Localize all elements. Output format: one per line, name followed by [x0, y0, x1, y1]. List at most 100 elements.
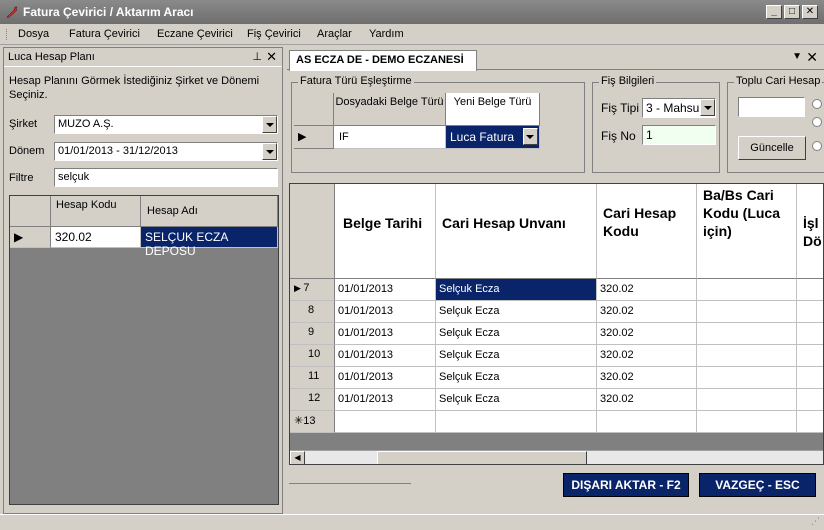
row-indicator-icon: ▶	[294, 283, 304, 293]
grid-corner	[294, 93, 334, 126]
table-cell-babs[interactable]	[697, 301, 797, 323]
fis-tipi-combo[interactable]: 3 - Mahsu	[642, 98, 716, 118]
hesap-adi-header[interactable]: Hesap Adı	[141, 196, 278, 227]
table-cell-tarih[interactable]: 01/01/2013	[335, 367, 436, 389]
dosyadaki-header[interactable]: Dosyadaki Belge Türü	[334, 93, 446, 126]
table-cell-kod[interactable]: 320.02	[597, 389, 697, 411]
menu-fatura-cevirici[interactable]: Fatura Çevirici	[69, 28, 140, 40]
radio-option-2[interactable]	[812, 117, 822, 127]
resize-grip	[289, 483, 411, 497]
belge-tarihi-header[interactable]: Belge Tarihi	[335, 184, 436, 279]
menu-eczane-cevirici[interactable]: Eczane Çevirici	[157, 28, 233, 40]
toplu-cari-input[interactable]	[738, 97, 805, 117]
row-number: 8	[308, 304, 315, 316]
hesap-kodu-cell[interactable]: 320.02	[51, 227, 141, 248]
chevron-down-icon[interactable]	[262, 116, 277, 133]
table-cell-babs[interactable]	[697, 367, 797, 389]
fatura-turu-group: Fatura Türü Eşleştirme Dosyadaki Belge T…	[291, 75, 585, 173]
table-cell-babs[interactable]	[697, 389, 797, 411]
islem-donem-header[interactable]: İşl Dö	[797, 184, 823, 279]
row-number: 9	[308, 326, 315, 338]
table-cell-unvan[interactable]: Selçuk Ecza	[436, 367, 597, 389]
filtre-value: selçuk	[58, 171, 90, 183]
close-button[interactable]: ✕	[802, 5, 818, 19]
new-row-cell-unvan[interactable]	[436, 411, 597, 433]
new-row-cell-tarih[interactable]	[335, 411, 436, 433]
table-cell-islem[interactable]	[797, 301, 823, 323]
yeni-belge-combo[interactable]: Luca Fatura	[446, 126, 540, 149]
vazgec-button[interactable]: VAZGEÇ - ESC	[699, 473, 816, 497]
table-cell-islem[interactable]	[797, 367, 823, 389]
resize-grip-icon[interactable]: ⋰	[811, 516, 820, 527]
table-cell-kod[interactable]: 320.02	[597, 323, 697, 345]
cari-hesap-unvani-header[interactable]: Cari Hesap Unvanı	[436, 184, 597, 279]
close-panel-icon[interactable]: ✕	[266, 49, 277, 65]
menu-fis-cevirici[interactable]: Fiş Çevirici	[247, 28, 301, 40]
toolbar-grip	[6, 29, 9, 40]
table-cell-babs[interactable]	[697, 345, 797, 367]
table-cell-islem[interactable]	[797, 279, 823, 301]
table-cell-unvan[interactable]: Selçuk Ecza	[436, 389, 597, 411]
scroll-left-icon[interactable]: ◀	[290, 451, 305, 464]
asterisk-icon: ✳	[294, 415, 304, 427]
dosyadaki-cell[interactable]: IF	[334, 126, 446, 149]
table-cell-islem[interactable]	[797, 389, 823, 411]
table-cell-unvan[interactable]: Selçuk Ecza	[436, 323, 597, 345]
cari-hesap-kodu-header[interactable]: Cari Hesap Kodu	[597, 184, 697, 279]
tab-as-ecza[interactable]: AS ECZA DE - DEMO ECZANESİ	[289, 50, 477, 71]
disari-aktar-button[interactable]: DIŞARI AKTAR - F2	[563, 473, 689, 497]
table-cell-tarih[interactable]: 01/01/2013	[335, 279, 436, 301]
table-cell-kod[interactable]: 320.02	[597, 345, 697, 367]
table-cell-babs[interactable]	[697, 323, 797, 345]
table-cell-unvan[interactable]: Selçuk Ecza	[436, 301, 597, 323]
menu-yardim[interactable]: Yardım	[369, 28, 404, 40]
table-cell-kod[interactable]: 320.02	[597, 279, 697, 301]
close-tab-icon[interactable]: ✕	[806, 49, 818, 66]
minimize-button[interactable]: _	[766, 5, 782, 19]
table-cell-babs[interactable]	[697, 279, 797, 301]
filtre-input[interactable]: selçuk	[54, 168, 278, 187]
yeni-header[interactable]: Yeni Belge Türü	[446, 93, 540, 126]
fis-no-input[interactable]: 1	[642, 125, 716, 145]
table-cell-kod[interactable]: 320.02	[597, 301, 697, 323]
table-cell-islem[interactable]	[797, 345, 823, 367]
table-cell-tarih[interactable]: 01/01/2013	[335, 323, 436, 345]
hesap-adi-cell[interactable]: SELÇUK ECZA DEPOSU	[141, 227, 278, 258]
chevron-down-icon[interactable]	[700, 99, 715, 116]
radio-option-1[interactable]	[812, 99, 822, 109]
chevron-down-icon[interactable]: ▼	[792, 51, 802, 62]
table-cell-tarih[interactable]: 01/01/2013	[335, 389, 436, 411]
hesap-kodu-header[interactable]: Hesap Kodu	[51, 196, 141, 227]
row-number: 10	[308, 348, 321, 360]
table-cell-unvan[interactable]: Selçuk Ecza	[436, 279, 597, 301]
title-bar: Fatura Çevirici / Aktarım Aracı _ □ ✕	[0, 0, 824, 24]
menu-araclar[interactable]: Araçlar	[317, 28, 352, 40]
row-header[interactable]: 10	[290, 345, 335, 367]
menu-dosya[interactable]: Dosya	[18, 28, 49, 40]
radio-option-3[interactable]	[812, 141, 822, 151]
table-cell-tarih[interactable]: 01/01/2013	[335, 345, 436, 367]
row-header[interactable]: 12	[290, 389, 335, 411]
table-cell-unvan[interactable]: Selçuk Ecza	[436, 345, 597, 367]
guncelle-button[interactable]: Güncelle	[738, 136, 806, 160]
horizontal-scrollbar[interactable]: ◀	[290, 450, 823, 464]
new-row-cell-babs[interactable]	[697, 411, 797, 433]
table-cell-kod[interactable]: 320.02	[597, 367, 697, 389]
chevron-down-icon[interactable]	[262, 143, 277, 160]
scroll-thumb[interactable]	[377, 451, 587, 464]
maximize-button[interactable]: □	[784, 5, 800, 19]
pin-icon[interactable]: ⊥	[252, 50, 262, 63]
new-row-cell-islem[interactable]	[797, 411, 823, 433]
new-row-cell-kod[interactable]	[597, 411, 697, 433]
table-cell-islem[interactable]	[797, 323, 823, 345]
row-header[interactable]: ▶ 7	[290, 279, 335, 301]
sirket-combo[interactable]: MUZO A.Ş.	[54, 115, 278, 134]
table-cell-tarih[interactable]: 01/01/2013	[335, 301, 436, 323]
row-header[interactable]: 11	[290, 367, 335, 389]
donem-combo[interactable]: 01/01/2013 - 31/12/2013	[54, 142, 278, 161]
fis-no-label: Fiş No	[601, 129, 636, 143]
row-header[interactable]: 8	[290, 301, 335, 323]
row-header[interactable]: 9	[290, 323, 335, 345]
new-row-header[interactable]: ✳13	[290, 411, 335, 433]
babs-cari-kodu-header[interactable]: Ba/Bs Cari Kodu (Luca için)	[697, 184, 797, 279]
